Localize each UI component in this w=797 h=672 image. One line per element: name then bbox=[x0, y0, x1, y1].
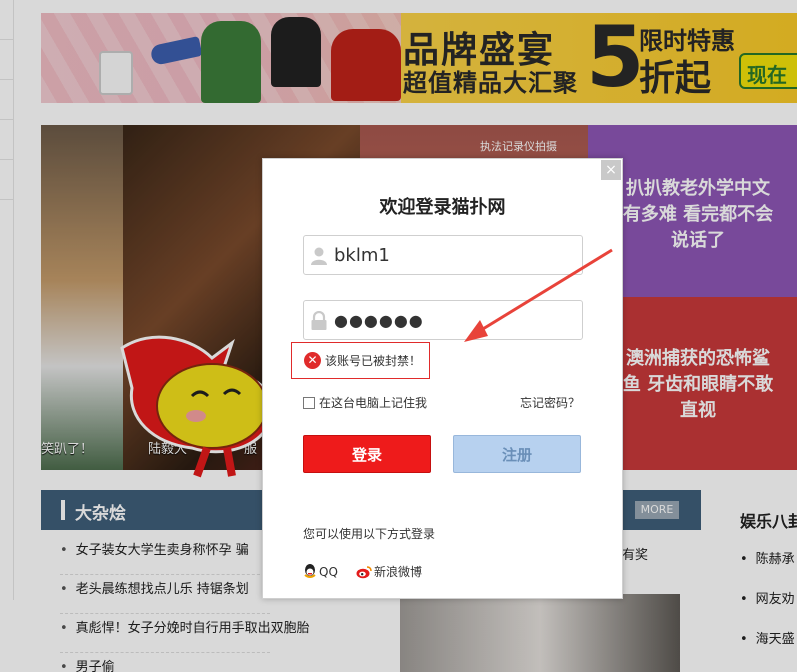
user-icon bbox=[311, 247, 327, 265]
register-button[interactable]: 注册 bbox=[453, 435, 581, 473]
username-input[interactable] bbox=[334, 241, 574, 269]
error-text: 该账号已被封禁！ bbox=[325, 354, 422, 368]
password-input[interactable] bbox=[334, 306, 574, 334]
error-icon: ✕ bbox=[304, 352, 321, 369]
login-dialog: × 欢迎登录猫扑网 ✕ 该账号已被封禁！ 在这台电脑上记住我 忘记密码？ 登录 … bbox=[262, 158, 623, 599]
remember-label: 在这台电脑上记住我 bbox=[319, 396, 428, 410]
remember-checkbox[interactable] bbox=[303, 397, 315, 409]
remember-me[interactable]: 在这台电脑上记住我 bbox=[303, 394, 427, 411]
password-field[interactable] bbox=[303, 300, 583, 340]
dialog-title: 欢迎登录猫扑网 bbox=[379, 197, 506, 218]
weibo-label: 新浪微博 bbox=[374, 565, 423, 579]
lock-icon bbox=[311, 311, 327, 330]
alt-login-text: 您可以使用以下方式登录 bbox=[303, 527, 436, 541]
error-message: ✕ 该账号已被封禁！ bbox=[291, 342, 430, 379]
weibo-icon bbox=[356, 566, 372, 579]
login-button[interactable]: 登录 bbox=[303, 435, 431, 473]
close-button[interactable]: × bbox=[601, 160, 621, 180]
weibo-login-link[interactable]: 新浪微博 bbox=[356, 563, 422, 580]
qq-label: QQ bbox=[319, 565, 338, 579]
qq-icon bbox=[304, 564, 316, 578]
forgot-password-link[interactable]: 忘记密码？ bbox=[520, 394, 580, 411]
username-field[interactable] bbox=[303, 235, 583, 275]
qq-login-link[interactable]: QQ bbox=[303, 563, 338, 579]
